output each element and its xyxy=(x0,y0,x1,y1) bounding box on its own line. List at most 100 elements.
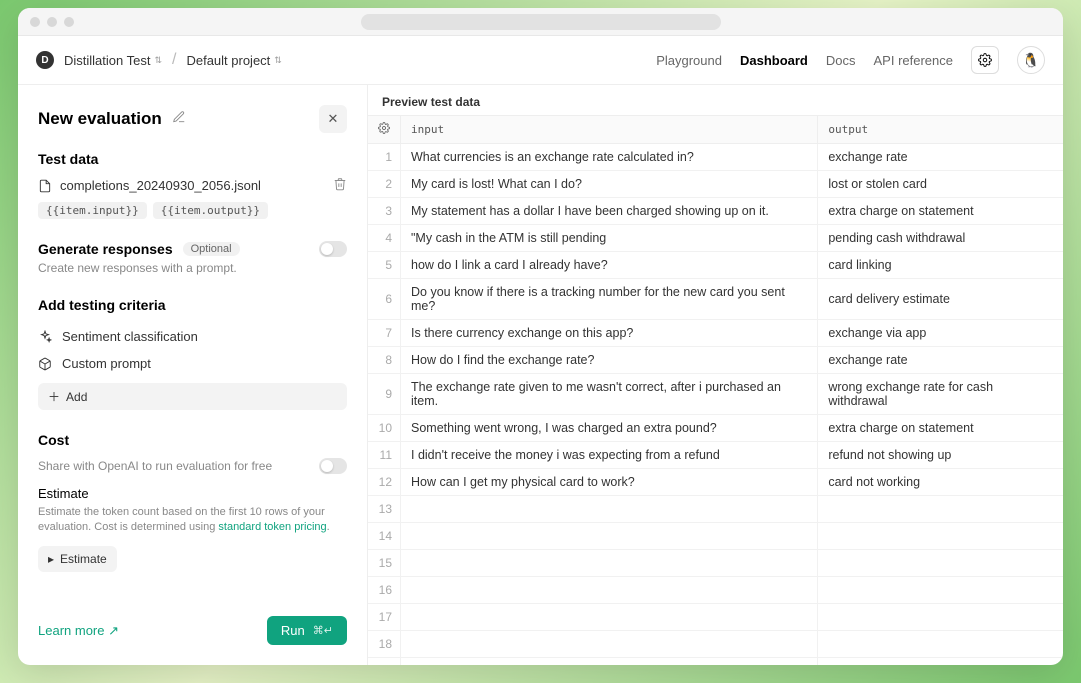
chevron-updown-icon: ⇅ xyxy=(154,56,162,65)
close-dot[interactable] xyxy=(30,17,40,27)
row-number: 10 xyxy=(368,415,401,442)
table-row[interactable]: 2My card is lost! What can I do?lost or … xyxy=(368,171,1063,198)
close-icon: ✕ xyxy=(328,111,339,127)
row-output: exchange rate xyxy=(818,347,1063,374)
file-name: completions_20240930_2056.jsonl xyxy=(60,178,261,193)
nav-docs[interactable]: Docs xyxy=(826,53,856,68)
row-output: extra charge on statement xyxy=(818,198,1063,225)
plus-icon: ＋ xyxy=(48,388,60,405)
table-row[interactable]: 7Is there currency exchange on this app?… xyxy=(368,320,1063,347)
close-button[interactable]: ✕ xyxy=(319,105,347,133)
row-output: exchange via app xyxy=(818,320,1063,347)
table-row[interactable]: 6Do you know if there is a tracking numb… xyxy=(368,279,1063,320)
row-number: 16 xyxy=(368,577,401,604)
row-output: lost or stolen card xyxy=(818,171,1063,198)
learn-more-link[interactable]: Learn more ↗ xyxy=(38,623,119,639)
table-row[interactable]: 3My statement has a dollar I have been c… xyxy=(368,198,1063,225)
criteria-item-custom-prompt[interactable]: Custom prompt xyxy=(38,350,347,377)
estimate-heading: Estimate xyxy=(38,486,347,501)
table-row[interactable]: 19 xyxy=(368,658,1063,666)
nav-api-reference[interactable]: API reference xyxy=(874,53,954,68)
cost-title: Cost xyxy=(38,432,347,448)
table-row[interactable]: 18 xyxy=(368,631,1063,658)
table-row[interactable]: 13 xyxy=(368,496,1063,523)
settings-button[interactable] xyxy=(971,46,999,74)
add-criteria-button[interactable]: ＋ Add xyxy=(38,383,347,410)
table-row[interactable]: 8How do I find the exchange rate?exchang… xyxy=(368,347,1063,374)
row-number: 1 xyxy=(368,144,401,171)
row-output: pending cash withdrawal xyxy=(818,225,1063,252)
share-label: Share with OpenAI to run evaluation for … xyxy=(38,459,272,473)
sidebar-footer: Learn more ↗ Run ⌘↵ xyxy=(38,596,347,645)
external-icon: ↗ xyxy=(108,623,119,638)
pricing-link[interactable]: standard token pricing xyxy=(218,521,326,533)
row-input: What currencies is an exchange rate calc… xyxy=(401,144,818,171)
preview-table: input output 1What currencies is an exch… xyxy=(368,115,1063,665)
gear-icon xyxy=(978,53,992,67)
nav-playground[interactable]: Playground xyxy=(656,53,722,68)
row-number: 9 xyxy=(368,374,401,415)
row-input: The exchange rate given to me wasn't cor… xyxy=(401,374,818,415)
table-row[interactable]: 14 xyxy=(368,523,1063,550)
url-bar[interactable] xyxy=(361,14,721,30)
row-input: Something went wrong, I was charged an e… xyxy=(401,415,818,442)
delete-file-button[interactable] xyxy=(333,177,347,194)
table-row[interactable]: 5how do I link a card I already have?car… xyxy=(368,252,1063,279)
breadcrumb-project-label: Default project xyxy=(186,53,270,68)
file-icon xyxy=(38,179,52,193)
row-input: "My cash in the ATM is still pending xyxy=(401,225,818,252)
minimize-dot[interactable] xyxy=(47,17,57,27)
table-settings-header[interactable] xyxy=(368,116,401,144)
generate-toggle[interactable] xyxy=(319,241,347,257)
org-avatar[interactable]: D xyxy=(36,51,54,69)
edit-button[interactable] xyxy=(172,109,186,129)
row-input: Do you know if there is a tracking numbe… xyxy=(401,279,818,320)
criteria-label: Custom prompt xyxy=(62,356,151,371)
gear-icon xyxy=(378,122,390,134)
test-data-title: Test data xyxy=(38,151,347,167)
row-input: how do I link a card I already have? xyxy=(401,252,818,279)
row-number: 6 xyxy=(368,279,401,320)
row-number: 11 xyxy=(368,442,401,469)
table-row[interactable]: 16 xyxy=(368,577,1063,604)
table-row[interactable]: 4"My cash in the ATM is still pendingpen… xyxy=(368,225,1063,252)
row-number: 19 xyxy=(368,658,401,666)
breadcrumb-org[interactable]: Distillation Test ⇅ xyxy=(64,53,162,68)
criteria-item-sentiment[interactable]: Sentiment classification xyxy=(38,323,347,350)
table-row[interactable]: 10Something went wrong, I was charged an… xyxy=(368,415,1063,442)
nav-dashboard[interactable]: Dashboard xyxy=(740,53,808,68)
tag-input: {{item.input}} xyxy=(38,202,147,219)
preview-title: Preview test data xyxy=(368,85,1063,115)
sidebar-header: New evaluation ✕ xyxy=(38,105,347,133)
table-row[interactable]: 1What currencies is an exchange rate cal… xyxy=(368,144,1063,171)
window-titlebar xyxy=(18,8,1063,36)
row-output: card delivery estimate xyxy=(818,279,1063,320)
table-row[interactable]: 12How can I get my physical card to work… xyxy=(368,469,1063,496)
share-toggle[interactable] xyxy=(319,458,347,474)
row-output xyxy=(818,604,1063,631)
optional-badge: Optional xyxy=(183,242,240,256)
traffic-lights xyxy=(30,17,74,27)
user-avatar[interactable]: 🐧 xyxy=(1017,46,1045,74)
row-input: My statement has a dollar I have been ch… xyxy=(401,198,818,225)
row-number: 13 xyxy=(368,496,401,523)
row-output: card linking xyxy=(818,252,1063,279)
row-number: 17 xyxy=(368,604,401,631)
preview-table-wrap[interactable]: input output 1What currencies is an exch… xyxy=(368,115,1063,665)
estimate-button[interactable]: ▸ Estimate xyxy=(38,546,117,572)
row-input xyxy=(401,523,818,550)
run-shortcut: ⌘↵ xyxy=(313,624,333,637)
tag-output: {{item.output}} xyxy=(153,202,268,219)
zoom-dot[interactable] xyxy=(64,17,74,27)
table-row[interactable]: 9The exchange rate given to me wasn't co… xyxy=(368,374,1063,415)
row-input xyxy=(401,550,818,577)
table-row[interactable]: 11I didn't receive the money i was expec… xyxy=(368,442,1063,469)
row-input: Is there currency exchange on this app? xyxy=(401,320,818,347)
user-icon: 🐧 xyxy=(1022,52,1039,69)
table-row[interactable]: 17 xyxy=(368,604,1063,631)
row-output: wrong exchange rate for cash withdrawal xyxy=(818,374,1063,415)
run-button[interactable]: Run ⌘↵ xyxy=(267,616,347,645)
breadcrumb-project[interactable]: Default project ⇅ xyxy=(186,53,281,68)
table-row[interactable]: 15 xyxy=(368,550,1063,577)
row-number: 18 xyxy=(368,631,401,658)
